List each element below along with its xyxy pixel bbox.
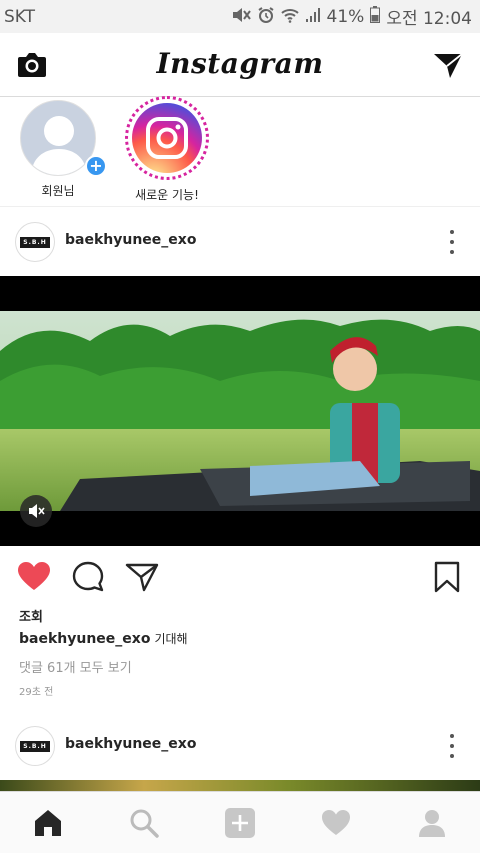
- post-avatar[interactable]: S.B.H: [15, 726, 55, 766]
- story-item-own[interactable]: + 회원님: [8, 97, 108, 199]
- more-options-icon[interactable]: [448, 230, 456, 254]
- story-label: 새로운 기능!: [135, 188, 199, 202]
- caption-text: 기대해: [154, 632, 188, 646]
- post-video[interactable]: [0, 276, 480, 546]
- post-header: S.B.H baekhyunee_exo: [0, 208, 480, 276]
- signal-icon: [305, 7, 321, 27]
- comment-icon[interactable]: [71, 560, 105, 594]
- post-actions: [0, 546, 480, 606]
- home-icon[interactable]: [32, 807, 64, 839]
- view-count: 조회: [19, 610, 43, 625]
- more-options-icon[interactable]: [448, 734, 456, 758]
- post-caption: baekhyunee_exo 기대해: [19, 630, 188, 647]
- clock: 오전 12:04: [386, 9, 472, 29]
- post-username[interactable]: baekhyunee_exo: [65, 736, 196, 752]
- add-post-icon[interactable]: [224, 807, 256, 839]
- alarm-icon: [257, 6, 275, 28]
- profile-icon[interactable]: [416, 807, 448, 839]
- bottom-nav: [0, 791, 480, 853]
- wifi-icon: [280, 7, 299, 27]
- battery-percent: 41%: [326, 6, 365, 27]
- story-ring: [125, 96, 209, 180]
- video-frame: [0, 311, 480, 511]
- unmute-icon[interactable]: [20, 495, 52, 527]
- status-icons: 41% 오전 12:04: [231, 4, 472, 29]
- story-label: 회원님: [41, 184, 75, 198]
- bookmark-icon[interactable]: [430, 560, 464, 594]
- direct-message-icon[interactable]: [432, 51, 464, 79]
- search-icon[interactable]: [128, 807, 160, 839]
- view-all-comments-link[interactable]: 댓글 61개 모두 보기: [19, 657, 132, 676]
- post-timestamp: 29초 전: [19, 687, 54, 698]
- instagram-logo-icon: [132, 103, 202, 173]
- like-heart-icon[interactable]: [17, 560, 51, 594]
- caption-username[interactable]: baekhyunee_exo: [19, 631, 150, 647]
- app-logo: Instagram: [156, 47, 324, 80]
- battery-icon: [370, 6, 381, 27]
- share-icon[interactable]: [125, 560, 159, 594]
- app-header: Instagram: [0, 33, 480, 97]
- stories-tray: + 회원님 새로운 기능!: [0, 96, 480, 207]
- mute-icon: [231, 7, 251, 27]
- post-username[interactable]: baekhyunee_exo: [65, 232, 196, 248]
- post-avatar[interactable]: S.B.H: [15, 222, 55, 262]
- carrier-name: SKT: [4, 6, 36, 27]
- add-story-icon[interactable]: +: [85, 155, 107, 177]
- post-header: S.B.H baekhyunee_exo: [0, 712, 480, 780]
- story-item-new-features[interactable]: 새로운 기능!: [117, 96, 217, 203]
- status-bar: SKT 41% 오전 12:04: [0, 0, 480, 33]
- activity-heart-icon[interactable]: [320, 807, 352, 839]
